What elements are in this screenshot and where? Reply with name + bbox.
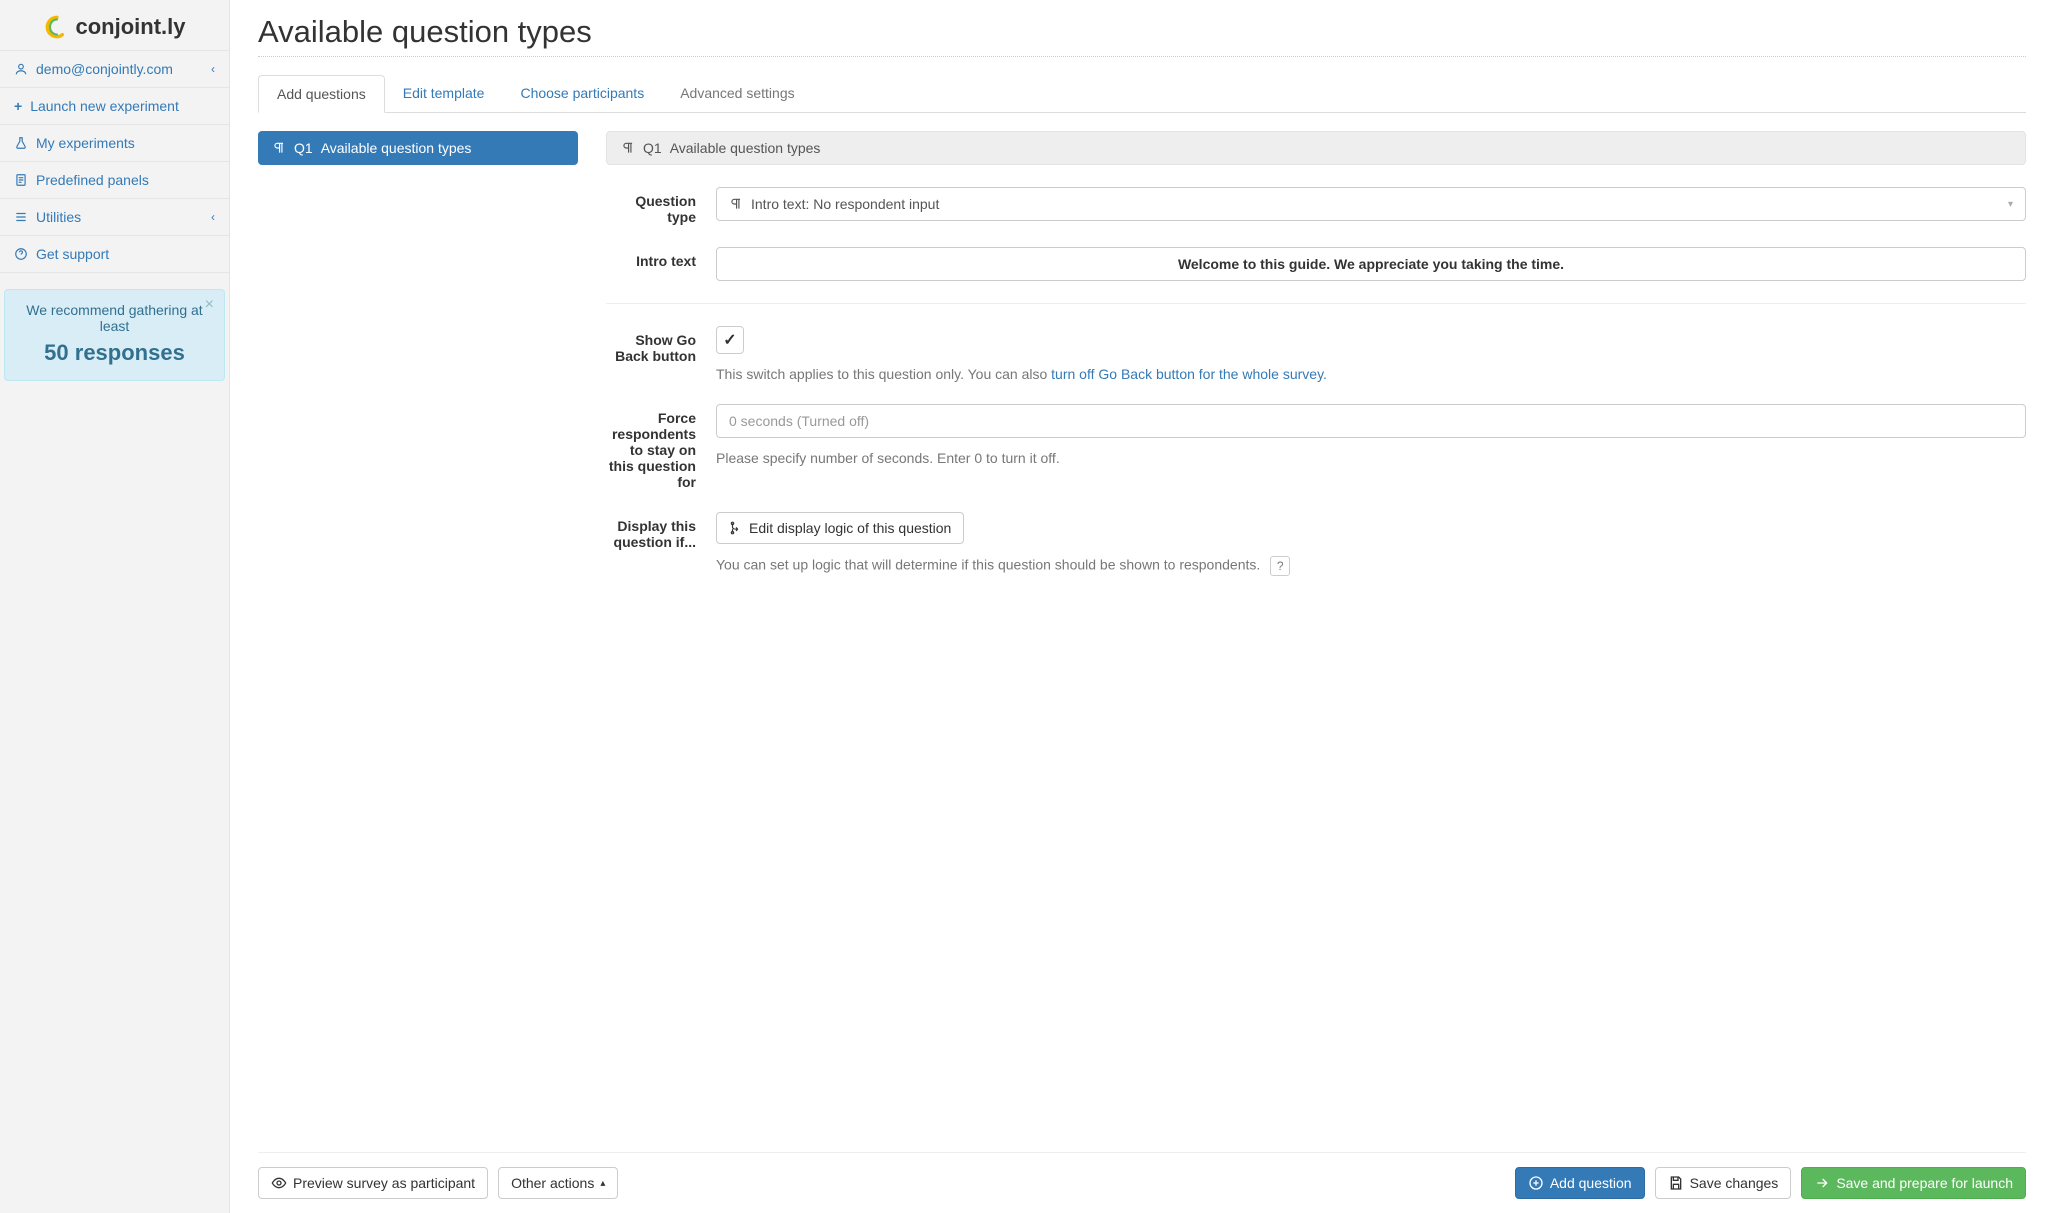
eye-icon bbox=[271, 1175, 287, 1191]
separator bbox=[606, 303, 2026, 304]
brand-icon bbox=[44, 14, 70, 40]
save-icon bbox=[1668, 1175, 1684, 1191]
sidebar-user[interactable]: demo@conjointly.com ‹ bbox=[0, 51, 229, 88]
label-display-if: Display this question if... bbox=[606, 512, 716, 550]
sidebar-item-experiments[interactable]: My experiments bbox=[0, 125, 229, 162]
brand-text: conjoint.ly bbox=[76, 14, 186, 40]
paragraph-icon bbox=[621, 141, 635, 155]
save-changes-button[interactable]: Save changes bbox=[1655, 1167, 1792, 1199]
detail-header-label: Available question types bbox=[670, 140, 821, 156]
force-stay-input[interactable] bbox=[716, 404, 2026, 438]
question-list-item[interactable]: Q1 Available question types bbox=[258, 131, 578, 165]
sidebar-item-label: My experiments bbox=[36, 135, 135, 151]
help-icon bbox=[14, 247, 28, 261]
question-type-value: Intro text: No respondent input bbox=[751, 196, 939, 212]
tabs: Add questions Edit template Choose parti… bbox=[258, 75, 2026, 113]
chevron-left-icon: ‹ bbox=[211, 210, 215, 224]
sidebar-item-label: Predefined panels bbox=[36, 172, 149, 188]
main-area: Available question types Add questions E… bbox=[230, 0, 2054, 1213]
label-force-stay: Force respondents to stay on this questi… bbox=[606, 404, 716, 490]
sidebar-item-launch[interactable]: + Launch new experiment bbox=[0, 88, 229, 125]
force-stay-help: Please specify number of seconds. Enter … bbox=[716, 450, 2026, 466]
branch-icon bbox=[729, 521, 743, 535]
bottom-bar: Preview survey as participant Other acti… bbox=[258, 1152, 2026, 1213]
sidebar-item-label: Get support bbox=[36, 246, 109, 262]
sidebar-item-label: Utilities bbox=[36, 209, 81, 225]
sidebar-item-utilities[interactable]: Utilities ‹ bbox=[0, 199, 229, 236]
go-back-help: This switch applies to this question onl… bbox=[716, 366, 2026, 382]
help-tooltip-icon[interactable]: ? bbox=[1270, 556, 1290, 576]
document-icon bbox=[14, 173, 28, 187]
arrow-right-icon bbox=[1814, 1175, 1830, 1191]
label-intro-text: Intro text bbox=[606, 247, 716, 269]
alert-big-text: 50 responses bbox=[17, 340, 212, 366]
paragraph-icon bbox=[272, 141, 286, 155]
add-question-button[interactable]: Add question bbox=[1515, 1167, 1645, 1199]
preview-button[interactable]: Preview survey as participant bbox=[258, 1167, 488, 1199]
chevron-left-icon: ‹ bbox=[211, 62, 215, 76]
detail-header-code: Q1 bbox=[643, 140, 662, 156]
question-list-item-label: Available question types bbox=[321, 140, 472, 156]
detail-header: Q1 Available question types bbox=[606, 131, 2026, 165]
intro-text-value: Welcome to this guide. We appreciate you… bbox=[1178, 256, 1564, 272]
paragraph-icon bbox=[729, 197, 743, 211]
checkmark-icon: ✓ bbox=[723, 330, 736, 350]
plus-icon: + bbox=[14, 98, 22, 114]
sidebar-item-support[interactable]: Get support bbox=[0, 236, 229, 273]
caret-up-icon: ▴ bbox=[600, 1178, 605, 1189]
flask-icon bbox=[14, 136, 28, 150]
label-question-type: Question type bbox=[606, 187, 716, 225]
question-type-select[interactable]: Intro text: No respondent input ▾ bbox=[716, 187, 2026, 221]
brand-logo: conjoint.ly bbox=[0, 0, 229, 51]
tab-add-questions[interactable]: Add questions bbox=[258, 75, 385, 113]
question-detail: Q1 Available question types Question typ… bbox=[606, 131, 2026, 576]
content-area: Q1 Available question types Q1 Available… bbox=[258, 131, 2026, 1152]
display-if-help: You can set up logic that will determine… bbox=[716, 556, 2026, 576]
close-icon[interactable]: × bbox=[205, 296, 214, 314]
list-icon bbox=[14, 210, 28, 224]
sidebar: conjoint.ly demo@conjointly.com ‹ + Laun… bbox=[0, 0, 230, 1213]
label-go-back: Show Go Back button bbox=[606, 326, 716, 364]
recommendation-alert: × We recommend gathering at least 50 res… bbox=[4, 289, 225, 381]
save-launch-button[interactable]: Save and prepare for launch bbox=[1801, 1167, 2026, 1199]
edit-display-logic-button[interactable]: Edit display logic of this question bbox=[716, 512, 964, 544]
page-title: Available question types bbox=[258, 14, 2026, 57]
question-list-item-code: Q1 bbox=[294, 140, 313, 156]
go-back-checkbox[interactable]: ✓ bbox=[716, 326, 744, 354]
other-actions-button[interactable]: Other actions ▴ bbox=[498, 1167, 618, 1199]
tab-advanced-settings[interactable]: Advanced settings bbox=[662, 75, 812, 112]
chevron-down-icon: ▾ bbox=[2008, 199, 2013, 210]
tab-edit-template[interactable]: Edit template bbox=[385, 75, 503, 112]
user-icon bbox=[14, 62, 28, 76]
intro-text-editor[interactable]: Welcome to this guide. We appreciate you… bbox=[716, 247, 2026, 281]
turn-off-go-back-link[interactable]: turn off Go Back button for the whole su… bbox=[1051, 366, 1327, 382]
sidebar-item-label: Launch new experiment bbox=[30, 98, 179, 114]
alert-line1: We recommend gathering at least bbox=[26, 302, 202, 334]
question-list: Q1 Available question types bbox=[258, 131, 578, 165]
plus-circle-icon bbox=[1528, 1175, 1544, 1191]
tab-choose-participants[interactable]: Choose participants bbox=[502, 75, 662, 112]
sidebar-item-panels[interactable]: Predefined panels bbox=[0, 162, 229, 199]
sidebar-user-label: demo@conjointly.com bbox=[36, 61, 173, 77]
